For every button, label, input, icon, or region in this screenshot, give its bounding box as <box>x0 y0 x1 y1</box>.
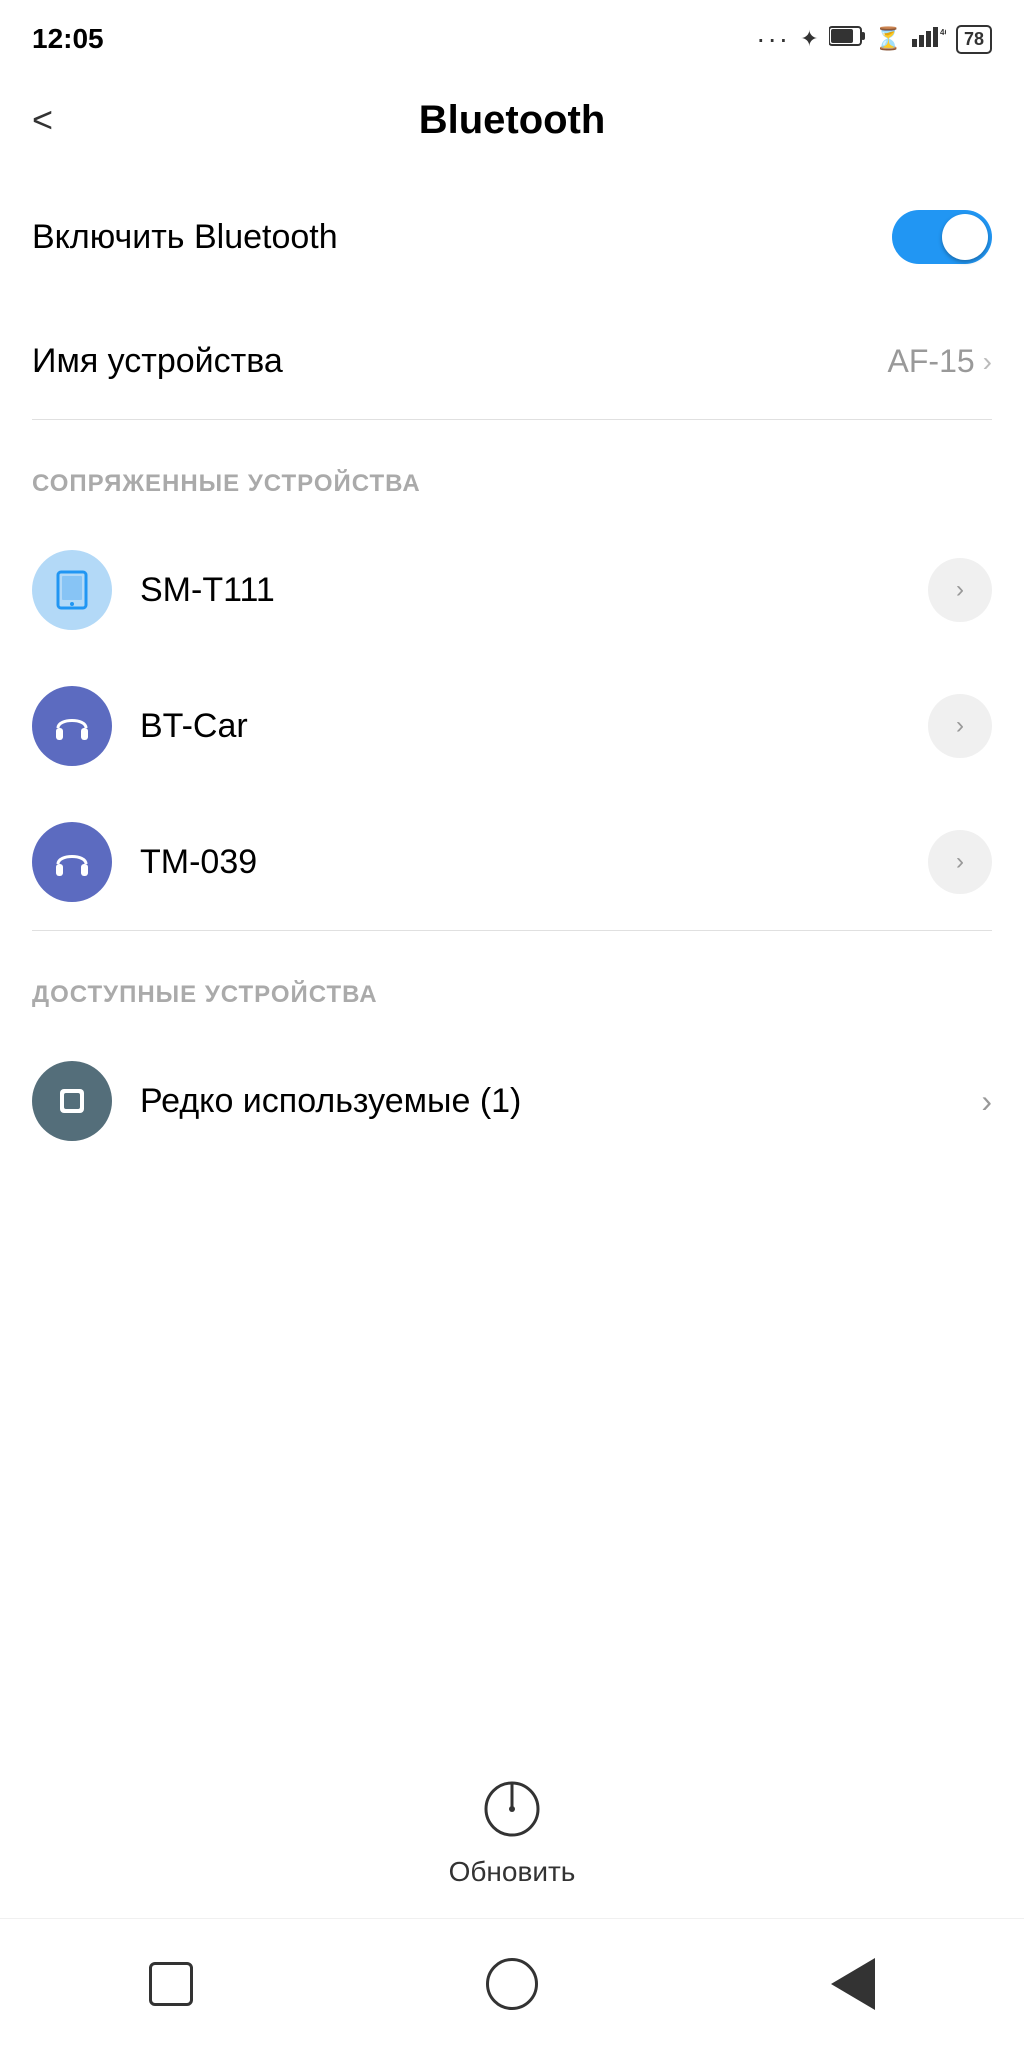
status-icons: ✦ ⏳ 4G 78 <box>756 23 992 55</box>
paired-device-chevron-1[interactable]: › <box>928 694 992 758</box>
nav-back-icon <box>831 1958 875 2010</box>
available-device-name-0: Редко используемые (1) <box>140 1082 521 1121</box>
chevron-icon-0: › <box>956 576 964 604</box>
status-bar: 12:05 ✦ ⏳ 4G 78 <box>0 0 1024 70</box>
svg-text:4G: 4G <box>940 28 946 37</box>
available-device-item-0[interactable]: Редко используемые (1) › <box>32 1033 992 1169</box>
page-header: < Bluetooth <box>0 70 1024 170</box>
device-icon-headphone-1 <box>32 686 112 766</box>
alarm-icon: ⏳ <box>875 26 902 52</box>
device-icon-square-0 <box>32 1061 112 1141</box>
refresh-label: Обновить <box>449 1856 576 1888</box>
paired-device-item-1[interactable]: BT-Car › <box>32 658 992 794</box>
nav-square-icon <box>149 1962 193 2006</box>
paired-device-left-0: SM-T111 <box>32 550 275 630</box>
device-name-chevron: › <box>983 346 992 378</box>
paired-device-item-0[interactable]: SM-T111 › <box>32 522 992 658</box>
paired-section-header: СОПРЯЖЕННЫЕ УСТРОЙСТВА <box>32 420 992 522</box>
paired-device-name-0: SM-T111 <box>140 571 275 610</box>
chevron-icon-1: › <box>956 712 964 740</box>
bluetooth-icon: ✦ <box>800 26 818 52</box>
paired-device-chevron-0[interactable]: › <box>928 558 992 622</box>
back-button[interactable]: < <box>32 99 53 141</box>
available-device-left-0: Редко используемые (1) <box>32 1061 521 1141</box>
paired-device-chevron-2[interactable]: › <box>928 830 992 894</box>
device-name-current: AF-15 <box>888 343 975 380</box>
battery-level: 78 <box>956 25 992 54</box>
nav-circle-icon <box>486 1958 538 2010</box>
refresh-icon <box>482 1779 542 1844</box>
battery-icon <box>829 25 865 53</box>
device-icon-headphone-2 <box>32 822 112 902</box>
paired-device-item-2[interactable]: ТМ-039 › <box>32 794 992 930</box>
nav-home-button[interactable] <box>472 1944 552 2024</box>
device-name-row[interactable]: Имя устройства AF-15 › <box>32 304 992 419</box>
available-device-chevron-0: › <box>981 1083 992 1120</box>
paired-device-name-1: BT-Car <box>140 707 248 746</box>
paired-device-name-2: ТМ-039 <box>140 843 257 882</box>
nav-back-button[interactable] <box>813 1944 893 2024</box>
bluetooth-toggle-row: Включить Bluetooth <box>32 170 992 304</box>
signal-icon: 4G <box>912 25 946 53</box>
dots-icon <box>756 23 790 55</box>
paired-device-left-2: ТМ-039 <box>32 822 257 902</box>
status-time: 12:05 <box>32 23 104 55</box>
page-title: Bluetooth <box>419 98 606 143</box>
nav-square-button[interactable] <box>131 1944 211 2024</box>
available-section-header: ДОСТУПНЫЕ УСТРОЙСТВА <box>32 931 992 1033</box>
nav-bar <box>0 1918 1024 2048</box>
bluetooth-toggle[interactable] <box>892 210 992 264</box>
paired-device-left-1: BT-Car <box>32 686 248 766</box>
toggle-knob <box>942 214 988 260</box>
device-icon-tablet <box>32 550 112 630</box>
chevron-icon-2: › <box>956 848 964 876</box>
refresh-area[interactable]: Обновить <box>0 1779 1024 1888</box>
bluetooth-toggle-label: Включить Bluetooth <box>32 218 338 257</box>
main-content: Включить Bluetooth Имя устройства AF-15 … <box>0 170 1024 1169</box>
device-name-value: AF-15 › <box>888 343 992 380</box>
device-name-label: Имя устройства <box>32 342 283 381</box>
